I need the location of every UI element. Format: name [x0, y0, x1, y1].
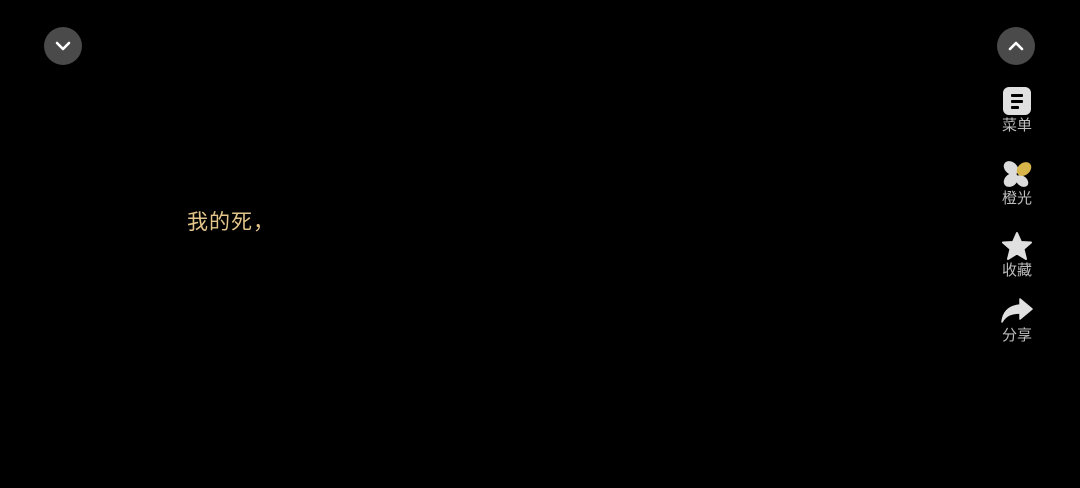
sidebar-item-label: 菜单 [1001, 116, 1032, 134]
expand-button[interactable] [997, 27, 1035, 65]
sidebar-item-label: 收藏 [1001, 261, 1032, 279]
sidebar-item-orange-light[interactable]: 橙光 [994, 157, 1040, 207]
star-icon [1000, 229, 1034, 263]
chevron-up-icon [1008, 41, 1024, 51]
orange-light-icon [1000, 157, 1034, 191]
sidebar-item-share[interactable]: 分享 [994, 294, 1040, 344]
share-icon [1000, 294, 1034, 328]
story-text: 我的死， [187, 210, 275, 234]
game-screen: 我的死， 菜单 橙光 收藏 分享 [0, 0, 1080, 488]
sidebar-item-favorite[interactable]: 收藏 [994, 229, 1040, 279]
sidebar-item-label: 橙光 [1001, 189, 1032, 207]
chevron-down-icon [55, 41, 71, 51]
collapse-button[interactable] [44, 27, 82, 65]
sidebar-item-menu[interactable]: 菜单 [994, 84, 1040, 134]
sidebar-item-label: 分享 [1001, 326, 1032, 344]
menu-icon [1000, 84, 1034, 118]
